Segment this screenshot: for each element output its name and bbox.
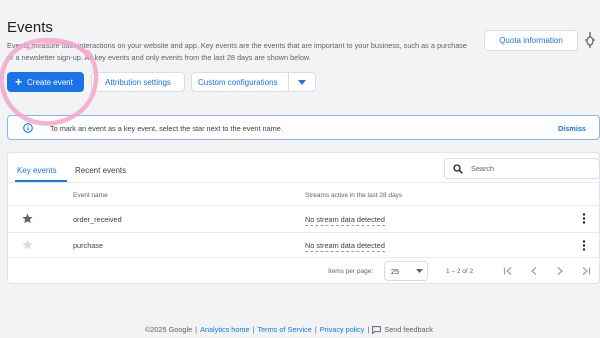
events-card: Key events Recent events Search Event na…	[7, 152, 600, 284]
debug-bug-icon[interactable]	[585, 31, 595, 49]
tab-key-events[interactable]: Key events	[17, 166, 57, 175]
search-input[interactable]: Search	[444, 158, 600, 179]
privacy-policy-link[interactable]: Privacy policy	[320, 325, 365, 334]
stream-status-cell: No stream data detected	[305, 215, 385, 226]
custom-configurations-label: Custom configurations	[198, 77, 278, 87]
page-title: Events	[7, 19, 53, 36]
more-vert-icon[interactable]	[582, 240, 586, 251]
items-per-page-value: 25	[391, 266, 400, 276]
footer-separator: |	[195, 325, 198, 334]
row-divider	[8, 257, 600, 258]
create-event-label: Create event	[27, 77, 73, 87]
footer-separator: |	[252, 325, 255, 334]
attribution-settings-button[interactable]: Attribution settings	[91, 72, 185, 92]
items-per-page-label: Items per page:	[328, 268, 374, 275]
column-header-streams: Streams active in the last 28 days	[305, 192, 403, 199]
footer-separator: |	[314, 325, 317, 334]
attribution-settings-label: Attribution settings	[105, 77, 171, 87]
event-name-cell: order_received	[73, 215, 122, 224]
tab-divider	[8, 182, 600, 183]
search-placeholder: Search	[471, 164, 495, 173]
create-event-button[interactable]: + Create event	[7, 72, 84, 92]
search-icon	[453, 163, 463, 174]
page-description: Events measure user interactions on your…	[7, 41, 467, 62]
tab-recent-events[interactable]: Recent events	[75, 166, 126, 175]
last-page-icon[interactable]	[580, 265, 592, 277]
header-divider	[8, 205, 600, 206]
custom-configurations-button[interactable]: Custom configurations	[191, 72, 316, 92]
caret-down-icon	[416, 269, 423, 273]
next-page-icon[interactable]	[554, 265, 566, 277]
key-event-star-icon[interactable]	[22, 239, 33, 250]
caret-down-icon	[298, 79, 306, 85]
first-page-icon[interactable]	[502, 265, 514, 277]
pagination-range: 1 – 2 of 2	[446, 268, 474, 275]
key-event-star-icon[interactable]	[22, 213, 33, 224]
terms-of-service-link[interactable]: Terms of Service	[257, 325, 311, 334]
send-feedback-link[interactable]: Send feedback	[372, 325, 433, 334]
stream-status-cell: No stream data detected	[305, 241, 385, 252]
footer-separator: |	[367, 325, 370, 334]
feedback-icon	[372, 325, 382, 334]
send-feedback-label: Send feedback	[384, 325, 433, 334]
banner-text: To mark an event as a key event, select …	[50, 124, 283, 133]
more-vert-icon[interactable]	[582, 213, 586, 224]
key-event-info-banner: To mark an event as a key event, select …	[7, 115, 600, 140]
column-header-event-name: Event name	[73, 192, 108, 199]
footer: ©2025 Google | Analytics home | Terms of…	[145, 325, 433, 334]
items-per-page-select[interactable]: 25	[384, 261, 428, 281]
analytics-home-link[interactable]: Analytics home	[200, 325, 249, 334]
quota-information-label: Quota information	[499, 36, 563, 45]
copyright-text: ©2025 Google	[145, 325, 193, 334]
dismiss-button[interactable]: Dismiss	[558, 124, 586, 133]
info-icon	[23, 123, 33, 133]
event-name-cell: purchase	[73, 241, 104, 250]
plus-icon: +	[15, 75, 23, 89]
quota-information-button[interactable]: Quota information	[484, 30, 578, 51]
row-divider	[8, 232, 600, 233]
previous-page-icon[interactable]	[528, 265, 540, 277]
dropdown-arrow[interactable]	[289, 79, 315, 85]
